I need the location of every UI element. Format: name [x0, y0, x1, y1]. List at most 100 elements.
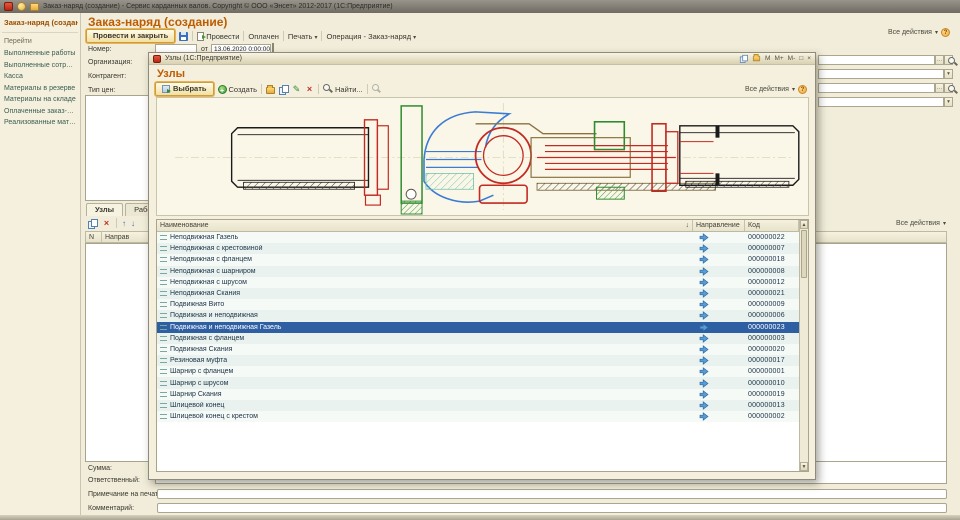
direction-arrow-icon: [699, 390, 709, 399]
memory-plus-button[interactable]: М+: [774, 55, 783, 62]
price-type-ellipsis-button[interactable]: …: [935, 83, 944, 93]
sidebar-item-paid-orders[interactable]: Оплаченные заказ-наряды: [2, 106, 78, 118]
window-button[interactable]: [17, 2, 26, 11]
sort-desc-icon: [686, 222, 690, 229]
copy-icon[interactable]: [88, 219, 97, 228]
titlebar-extra-icon-2[interactable]: [753, 56, 760, 62]
header-name[interactable]: Наименование: [157, 220, 693, 231]
sidebar-item-sold-materials[interactable]: Реализованные материалы: [2, 117, 78, 129]
extra-input[interactable]: [818, 97, 944, 107]
edit-pencil-icon[interactable]: [292, 85, 301, 94]
table-row[interactable]: Шарнир с фланцем000000001: [157, 366, 799, 377]
contractor-input[interactable]: [818, 69, 944, 79]
memory-button[interactable]: М: [765, 55, 770, 62]
form-all-actions[interactable]: Все действия: [888, 28, 950, 37]
unit-code: 000000013: [745, 402, 799, 409]
comment-input[interactable]: [157, 503, 947, 513]
delete-icon[interactable]: [305, 85, 314, 94]
save-icon[interactable]: [179, 32, 188, 41]
table-row[interactable]: Подвижная и неподвижная000000006: [157, 310, 799, 321]
modal-all-actions[interactable]: Все действия: [745, 85, 807, 94]
scrollbar-track[interactable]: [800, 279, 808, 462]
copy-icon[interactable]: [279, 85, 288, 94]
table-row[interactable]: Шлицевой конец с крестом000000002: [157, 411, 799, 422]
toolbar-separator: [261, 84, 262, 94]
operation-menu-button[interactable]: Операция - Заказ-наряд: [326, 32, 416, 41]
table-row[interactable]: Подвижная Вито000000009: [157, 299, 799, 310]
vertical-scrollbar[interactable]: ▲ ▼: [799, 220, 808, 471]
tab-units[interactable]: Узлы: [86, 203, 123, 216]
units-tab-all-actions[interactable]: Все действия: [896, 220, 946, 227]
header-direction[interactable]: Направление: [693, 220, 745, 231]
price-type-input[interactable]: [818, 83, 935, 93]
sidebar-item-cash[interactable]: Касса: [2, 71, 78, 83]
page-title: Заказ-наряд (создание): [88, 15, 227, 29]
sidebar-item-materials-reserve[interactable]: Материалы в резерве: [2, 83, 78, 95]
table-row[interactable]: Неподвижная с шрусом000000012: [157, 277, 799, 288]
toolbar-separator: [321, 31, 322, 41]
table-row[interactable]: Подвижная Скания000000020: [157, 344, 799, 355]
post-doc-icon: [197, 32, 204, 41]
create-group-folder-icon[interactable]: [266, 87, 275, 94]
direction-arrow-icon: [699, 267, 709, 276]
paid-button[interactable]: Оплачен: [248, 32, 279, 41]
unit-code: 000000010: [745, 380, 799, 387]
scroll-down-button[interactable]: ▼: [800, 462, 808, 471]
table-row[interactable]: Неподвижная с шарниром000000008: [157, 266, 799, 277]
table-row[interactable]: Неподвижная с крестовиной000000007: [157, 243, 799, 254]
move-down-icon[interactable]: [131, 219, 135, 228]
direction-arrow-icon: [699, 233, 709, 242]
help-icon[interactable]: [798, 85, 807, 94]
cardan-shaft-drawing: [157, 98, 808, 215]
extra-dropdown-button[interactable]: ▾: [944, 97, 953, 107]
titlebar-extra-icon-1[interactable]: [740, 55, 747, 62]
sum-label: Сумма:: [88, 465, 112, 472]
maximize-button[interactable]: □: [799, 55, 803, 62]
operation-label: Операция - Заказ-наряд: [326, 32, 411, 41]
sidebar-item-employee-works[interactable]: Выполненные сотрудника...: [2, 60, 78, 72]
unit-direction-cell: [693, 323, 745, 332]
table-row[interactable]: Резиновая муфта000000017: [157, 355, 799, 366]
table-row[interactable]: Неподвижная Скания000000021: [157, 288, 799, 299]
move-up-icon[interactable]: [122, 219, 126, 228]
organization-open-button[interactable]: [944, 55, 953, 65]
table-row[interactable]: Неподвижная Газель000000022: [157, 232, 799, 243]
table-row[interactable]: Подвижная с фланцем000000003: [157, 333, 799, 344]
select-button[interactable]: Выбрать: [155, 82, 214, 96]
create-button[interactable]: Создать: [218, 85, 258, 94]
unit-name-cell: Шарнир с шрусом: [157, 380, 693, 387]
scroll-up-button[interactable]: ▲: [800, 220, 808, 229]
delete-icon[interactable]: [102, 219, 111, 228]
memory-minus-button[interactable]: М-: [788, 55, 796, 62]
organization-input[interactable]: [818, 55, 935, 65]
home-icon[interactable]: [30, 3, 39, 11]
print-note-input[interactable]: [157, 489, 947, 499]
comment-label: Комментарий:: [88, 505, 134, 512]
post-and-close-button[interactable]: Провести и закрыть: [86, 29, 175, 43]
contractor-dropdown-button[interactable]: ▾: [944, 69, 953, 79]
table-row[interactable]: Шарнир Скания000000019: [157, 389, 799, 400]
sidebar-item-completed-works[interactable]: Выполненные работы: [2, 48, 78, 60]
print-menu-button[interactable]: Печать: [288, 32, 318, 41]
table-row[interactable]: Подвижная и неподвижная Газель000000023: [157, 322, 799, 333]
price-type-open-button[interactable]: [944, 83, 953, 93]
description-textarea[interactable]: [85, 95, 155, 201]
sidebar-item-materials-stock[interactable]: Материалы на складе: [2, 94, 78, 106]
organization-ellipsis-button[interactable]: …: [935, 55, 944, 65]
post-button[interactable]: Провести: [197, 32, 239, 41]
clear-search-icon[interactable]: [372, 84, 382, 94]
unit-code: 000000002: [745, 413, 799, 420]
extra-input-end: ▾: [818, 97, 953, 107]
close-button[interactable]: ×: [807, 55, 811, 62]
unit-direction-cell: [693, 278, 745, 287]
table-row[interactable]: Шарнир с шрусом 000000010: [157, 377, 799, 388]
table-row[interactable]: Неподвижная с фланцем000000018: [157, 254, 799, 265]
scrollbar-thumb[interactable]: [801, 230, 807, 278]
table-row[interactable]: Шлицевой конец000000013: [157, 400, 799, 411]
header-name-label: Наименование: [160, 222, 209, 229]
find-button[interactable]: Найти...: [323, 84, 363, 94]
help-icon[interactable]: [941, 28, 950, 37]
unit-name-cell: Неподвижная с шрусом: [157, 279, 693, 286]
header-code[interactable]: Код: [745, 220, 799, 231]
organization-label: Организация:: [88, 59, 132, 66]
